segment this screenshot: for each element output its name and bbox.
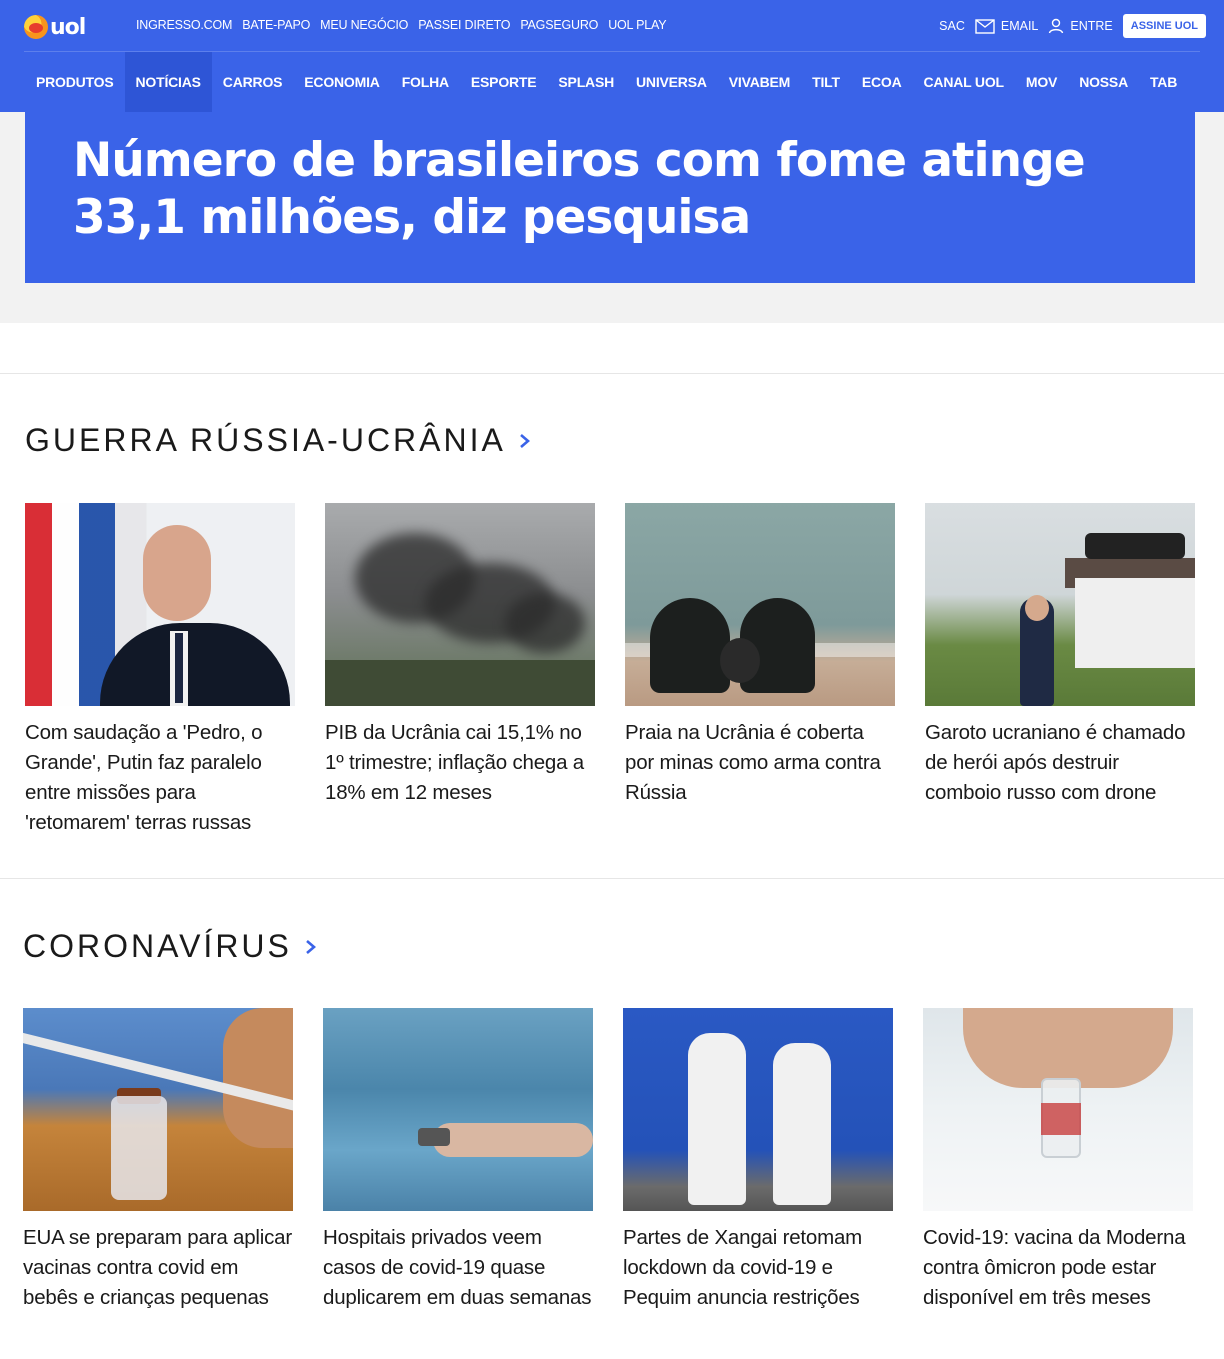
nav-item-carros[interactable]: CARROS	[212, 52, 293, 112]
top-links: INGRESSO.COM BATE-PAPO MEU NEGÓCIO PASSE…	[136, 18, 667, 32]
envelope-icon	[975, 18, 995, 34]
top-link-pagseguro[interactable]: PAGSEGURO	[520, 18, 598, 32]
smoke-city-photo	[325, 503, 595, 706]
news-card-headline: Praia na Ucrânia é coberta por minas com…	[625, 721, 881, 804]
moderna-vial-photo	[923, 1008, 1193, 1211]
beach-soldiers-photo	[625, 503, 895, 706]
news-card[interactable]: Garoto ucraniano é chamado de herói após…	[925, 503, 1195, 838]
logo-text: uol	[50, 14, 86, 40]
nav-item-vivabem[interactable]: VIVABEM	[718, 52, 801, 112]
subscribe-button[interactable]: ASSINE UOL	[1122, 14, 1206, 38]
nav-item-mov[interactable]: MOV	[1015, 52, 1068, 112]
section-title-coronavirus[interactable]: CORONAVÍRUS	[23, 928, 318, 965]
section-divider	[0, 373, 1224, 374]
nav-item-tilt[interactable]: TILT	[801, 52, 851, 112]
entre-label: ENTRE	[1070, 19, 1113, 33]
guerra-cards: Com saudação a 'Pedro, o Grande', Putin …	[25, 503, 1195, 838]
news-card[interactable]: Com saudação a 'Pedro, o Grande', Putin …	[25, 503, 295, 838]
nav-item-esporte[interactable]: ESPORTE	[460, 52, 548, 112]
account-area: SAC EMAIL ENTRE ASSINE UOL	[939, 14, 1206, 38]
news-card-headline: Com saudação a 'Pedro, o Grande', Putin …	[25, 721, 263, 834]
sac-label: SAC	[939, 19, 965, 33]
top-link-passei-direto[interactable]: PASSEI DIRETO	[418, 18, 510, 32]
news-card-headline: EUA se preparam para aplicar vacinas con…	[23, 1226, 293, 1309]
news-card[interactable]: Covid-19: vacina da Moderna contra ômicr…	[923, 1008, 1193, 1313]
news-card[interactable]: Partes de Xangai retomam lockdown da cov…	[623, 1008, 893, 1313]
nav-item-noticias[interactable]: NOTÍCIAS	[124, 52, 212, 112]
hero-headline: Número de brasileiros com fome atinge 33…	[73, 133, 1086, 245]
vaccine-syringe-photo	[23, 1008, 293, 1211]
top-link-ingresso[interactable]: INGRESSO.COM	[136, 18, 232, 32]
section-divider	[0, 878, 1224, 879]
top-link-bate-papo[interactable]: BATE-PAPO	[242, 18, 310, 32]
nav-item-tab[interactable]: TAB	[1139, 52, 1188, 112]
top-link-meu-negocio[interactable]: MEU NEGÓCIO	[320, 18, 408, 32]
section-title-text: GUERRA RÚSSIA-UCRÂNIA	[25, 422, 506, 458]
nav-item-canal-uol[interactable]: CANAL UOL	[913, 52, 1015, 112]
sac-link[interactable]: SAC	[939, 19, 965, 33]
section-title-guerra[interactable]: GUERRA RÚSSIA-UCRÂNIA	[25, 422, 532, 459]
chevron-right-icon	[306, 939, 316, 954]
news-card[interactable]: Hospitais privados veem casos de covid-1…	[323, 1008, 593, 1313]
login-link[interactable]: ENTRE	[1048, 18, 1113, 34]
drone-boy-photo	[925, 503, 1195, 706]
hospital-patient-photo	[323, 1008, 593, 1211]
news-card-headline: Covid-19: vacina da Moderna contra ômicr…	[923, 1226, 1186, 1309]
news-card[interactable]: Praia na Ucrânia é coberta por minas com…	[625, 503, 895, 838]
putin-photo	[25, 503, 295, 706]
nav-item-nossa[interactable]: NOSSA	[1068, 52, 1139, 112]
main-nav: PRODUTOS NOTÍCIAS CARROS ECONOMIA FOLHA …	[0, 52, 1224, 112]
uol-logo[interactable]: uol	[24, 13, 96, 41]
uol-logo-icon	[24, 15, 48, 39]
chevron-right-icon	[519, 433, 530, 448]
top-link-uol-play[interactable]: UOL PLAY	[608, 18, 666, 32]
nav-item-universa[interactable]: UNIVERSA	[625, 52, 718, 112]
protective-suits-photo	[623, 1008, 893, 1211]
news-card-headline: PIB da Ucrânia cai 15,1% no 1º trimestre…	[325, 721, 585, 804]
hero-headline-card[interactable]: Número de brasileiros com fome atinge 33…	[25, 112, 1195, 283]
news-card-headline: Hospitais privados veem casos de covid-1…	[323, 1226, 592, 1309]
nav-item-ecoa[interactable]: ECOA	[851, 52, 913, 112]
nav-item-produtos[interactable]: PRODUTOS	[25, 52, 125, 112]
nav-item-folha[interactable]: FOLHA	[391, 52, 460, 112]
news-card-headline: Garoto ucraniano é chamado de herói após…	[925, 721, 1186, 804]
news-card-headline: Partes de Xangai retomam lockdown da cov…	[623, 1226, 863, 1309]
email-label: EMAIL	[1000, 19, 1039, 33]
nav-item-economia[interactable]: ECONOMIA	[293, 52, 390, 112]
news-card[interactable]: PIB da Ucrânia cai 15,1% no 1º trimestre…	[325, 503, 595, 838]
nav-item-splash[interactable]: SPLASH	[547, 52, 625, 112]
user-icon	[1049, 18, 1064, 34]
top-bar: uol INGRESSO.COM BATE-PAPO MEU NEGÓCIO P…	[0, 0, 1224, 52]
news-card[interactable]: EUA se preparam para aplicar vacinas con…	[23, 1008, 293, 1313]
section-title-text: CORONAVÍRUS	[23, 928, 292, 964]
coronavirus-cards: EUA se preparam para aplicar vacinas con…	[23, 1008, 1193, 1313]
email-link[interactable]: EMAIL	[975, 18, 1039, 34]
